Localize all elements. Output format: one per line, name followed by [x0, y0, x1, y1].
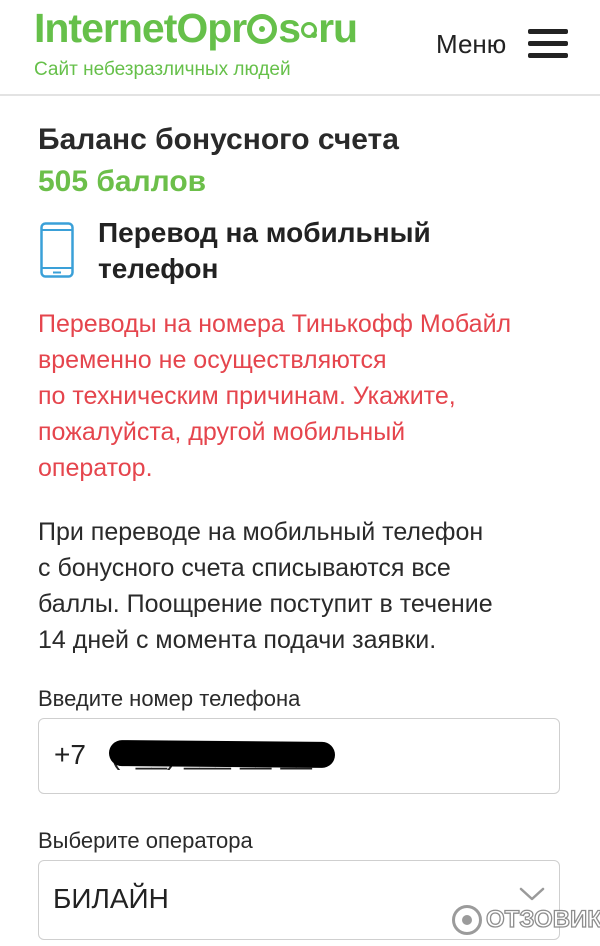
watermark-logo-icon — [452, 905, 482, 935]
info-message: При переводе на мобильный телефон с бону… — [38, 514, 578, 658]
warning-line: временно не осуществляются — [38, 346, 387, 374]
logo-o-icon — [247, 14, 278, 44]
operator-selected-value: БИЛАЙН — [53, 883, 169, 914]
info-line: баллы. Поощрение поступит в течение — [38, 590, 493, 618]
info-line: с бонусного счета списываются все — [38, 554, 451, 582]
logo-dot-icon — [301, 22, 318, 38]
otzovik-watermark: ОТЗОВИК — [452, 902, 600, 938]
phone-input[interactable]: +7 (9__) ___-__-__ — [38, 718, 560, 794]
logo-text-ru: ru — [318, 5, 358, 51]
mobile-phone-icon — [40, 222, 74, 278]
balance-value: 505 баллов — [38, 165, 207, 198]
site-header: InternetOpr s ru Сайт небезразличных людей… — [0, 0, 600, 96]
warning-message: Переводы на номера Тинькофф Мобайл време… — [38, 306, 578, 486]
operator-field-label: Выберите оператора — [38, 828, 253, 853]
phone-field-label: Введите номер телефона — [38, 686, 301, 711]
chevron-down-icon[interactable] — [519, 885, 545, 903]
site-tagline: Сайт небезразличных людей — [34, 59, 291, 80]
watermark-text: ОТЗОВИК — [485, 905, 600, 933]
redaction-mark — [108, 740, 336, 768]
info-line: 14 дней с момента подачи заявки. — [38, 626, 437, 654]
balance-title: Баланс бонусного счета — [38, 123, 399, 156]
warning-line: пожалуйста, другой мобильный — [38, 418, 406, 446]
phone-prefix: +7 — [54, 739, 86, 770]
logo-text-internet: Internet — [34, 5, 177, 51]
transfer-title: Перевод на мобильный телефон — [98, 217, 431, 284]
warning-line: по техническим причинам. Укажите, — [38, 382, 456, 410]
site-logo[interactable]: InternetOpr s ru — [34, 4, 358, 52]
warning-line: Переводы на номера Тинькофф Мобайл — [38, 310, 512, 338]
logo-text-opr: Opr — [176, 5, 247, 51]
hamburger-icon[interactable] — [528, 29, 568, 59]
logo-text-s: s — [278, 5, 301, 51]
warning-line: оператор. — [38, 454, 153, 482]
menu-label[interactable]: Меню — [436, 28, 506, 60]
info-line: При переводе на мобильный телефон — [38, 518, 484, 546]
